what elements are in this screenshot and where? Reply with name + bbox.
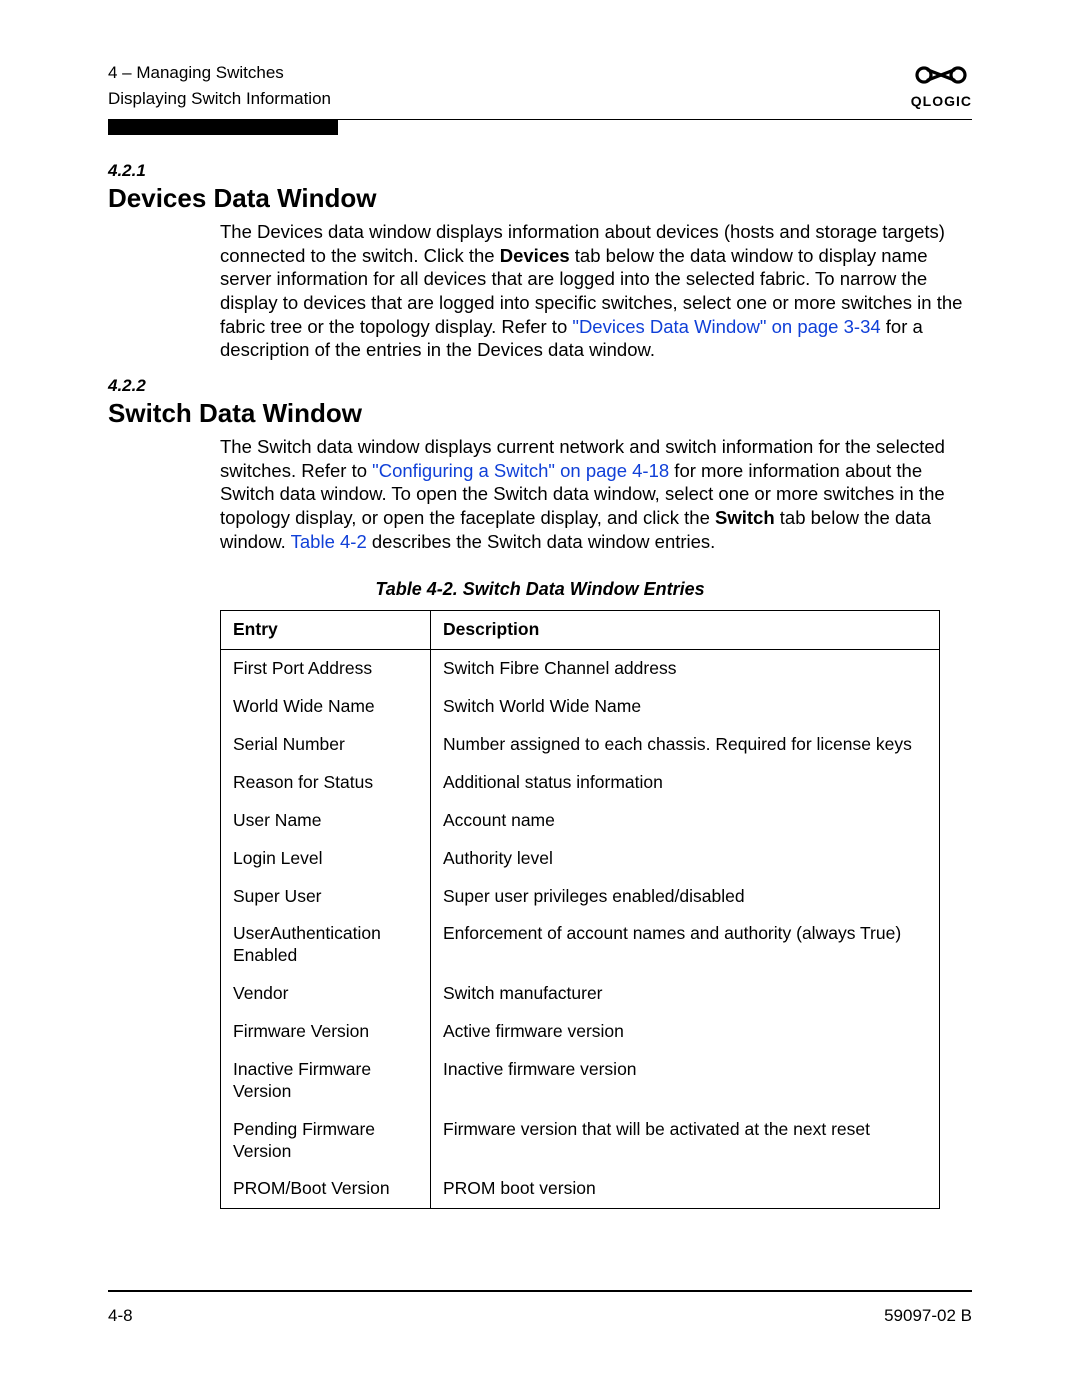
cell-desc: PROM boot version [431,1170,940,1208]
qlogic-logo-icon [911,63,972,91]
cell-desc: Switch manufacturer [431,975,940,1013]
cell-desc: Number assigned to each chassis. Require… [431,726,940,764]
table-row: Login LevelAuthority level [221,840,940,878]
section-body-422: The Switch data window displays current … [220,435,972,553]
switch-data-table: Entry Description First Port AddressSwit… [220,610,940,1209]
switch-tab-ref: Switch [715,507,775,528]
page-header: 4 – Managing Switches Displaying Switch … [108,60,972,119]
cell-desc: Enforcement of account names and authori… [431,915,940,975]
page-number: 4-8 [108,1306,133,1326]
col-header-entry: Entry [221,611,431,650]
cell-entry: Pending Firmware Version [221,1111,431,1171]
cell-desc: Account name [431,802,940,840]
table-header-row: Entry Description [221,611,940,650]
link-configuring-switch[interactable]: "Configuring a Switch" on page 4-18 [372,460,669,481]
cell-desc: Firmware version that will be activated … [431,1111,940,1171]
cell-entry: User Name [221,802,431,840]
cell-entry: Inactive Firmware Version [221,1051,431,1111]
section-number-421: 4.2.1 [108,161,972,181]
qlogic-mark-icon [913,63,969,87]
section-title-switch: Switch Data Window [108,398,972,429]
footer-rule [108,1290,972,1292]
link-table-4-2[interactable]: Table 4-2 [291,531,367,552]
table-body: First Port AddressSwitch Fibre Channel a… [221,650,940,1209]
table-row: World Wide NameSwitch World Wide Name [221,688,940,726]
cell-desc: Authority level [431,840,940,878]
cell-desc: Switch World Wide Name [431,688,940,726]
cell-entry: PROM/Boot Version [221,1170,431,1208]
cell-desc: Additional status information [431,764,940,802]
cell-desc: Super user privileges enabled/disabled [431,878,940,916]
doc-number: 59097-02 B [884,1306,972,1326]
cell-desc: Switch Fibre Channel address [431,650,940,688]
col-header-description: Description [431,611,940,650]
cell-entry: Login Level [221,840,431,878]
cell-desc: Active firmware version [431,1013,940,1051]
cell-entry: UserAuthentication Enabled [221,915,431,975]
cell-entry: Reason for Status [221,764,431,802]
table-row: Pending Firmware VersionFirmware version… [221,1111,940,1171]
link-devices-window[interactable]: "Devices Data Window" on page 3-34 [572,316,880,337]
devices-tab-ref: Devices [500,245,570,266]
table-row: Serial NumberNumber assigned to each cha… [221,726,940,764]
header-breadcrumb: 4 – Managing Switches Displaying Switch … [108,60,331,111]
section-title-devices: Devices Data Window [108,183,972,214]
header-line-1: 4 – Managing Switches [108,60,331,86]
table-row: Reason for StatusAdditional status infor… [221,764,940,802]
section-number-422: 4.2.2 [108,376,972,396]
table-row: User NameAccount name [221,802,940,840]
header-line-2: Displaying Switch Information [108,86,331,112]
page-footer: 4-8 59097-02 B [108,1290,972,1326]
table-row: VendorSwitch manufacturer [221,975,940,1013]
cell-entry: World Wide Name [221,688,431,726]
cell-desc: Inactive firmware version [431,1051,940,1111]
cell-entry: First Port Address [221,650,431,688]
section-body-421: The Devices data window displays informa… [220,220,972,362]
text: describes the Switch data window entries… [367,531,716,552]
cell-entry: Firmware Version [221,1013,431,1051]
qlogic-logo-text: QLOGIC [911,93,972,109]
table-row: UserAuthentication EnabledEnforcement of… [221,915,940,975]
table-row: PROM/Boot VersionPROM boot version [221,1170,940,1208]
table-row: Super UserSuper user privileges enabled/… [221,878,940,916]
table-row: First Port AddressSwitch Fibre Channel a… [221,650,940,688]
table-row: Firmware VersionActive firmware version [221,1013,940,1051]
cell-entry: Serial Number [221,726,431,764]
table-row: Inactive Firmware VersionInactive firmwa… [221,1051,940,1111]
cell-entry: Vendor [221,975,431,1013]
qlogic-logo: QLOGIC [911,63,972,109]
table-caption: Table 4-2. Switch Data Window Entries [108,579,972,600]
cell-entry: Super User [221,878,431,916]
header-black-bar [108,119,338,135]
